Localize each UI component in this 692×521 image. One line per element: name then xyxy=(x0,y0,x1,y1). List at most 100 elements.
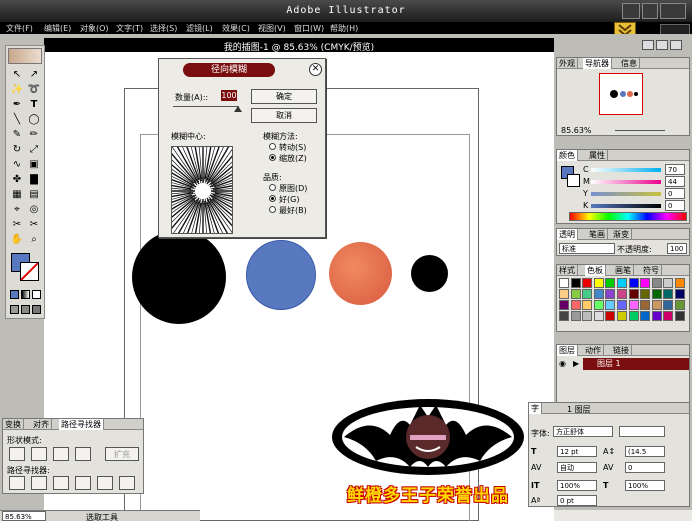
crop-button[interactable] xyxy=(75,476,91,490)
none-mode-icon[interactable] xyxy=(32,290,41,299)
intersect-button[interactable] xyxy=(53,447,69,461)
tab-swatches[interactable]: 色板 xyxy=(585,265,606,276)
divide-button[interactable] xyxy=(9,476,25,490)
slice-tool-icon[interactable]: ✂ xyxy=(10,218,24,232)
scissors-icon[interactable]: ✂ xyxy=(27,218,41,232)
menu-select[interactable]: 选择(S) xyxy=(150,23,177,34)
swatch-cell[interactable] xyxy=(582,289,593,299)
cancel-button[interactable]: 取消 xyxy=(251,108,317,123)
swatch-cell[interactable] xyxy=(675,289,685,299)
swatch-cell[interactable] xyxy=(640,289,651,299)
amount-slider-track[interactable] xyxy=(173,106,239,107)
unite-button[interactable] xyxy=(9,447,25,461)
menu-type[interactable]: 文字(T) xyxy=(116,23,143,34)
blur-center-preview[interactable] xyxy=(171,146,233,234)
swatch-cell[interactable] xyxy=(663,278,674,288)
ellipse-tool-icon[interactable]: ◯ xyxy=(27,113,41,127)
menu-edit[interactable]: 编辑(E) xyxy=(44,23,71,34)
radio-draft[interactable] xyxy=(269,184,276,191)
color-mode-icon[interactable] xyxy=(10,290,19,299)
radio-best[interactable] xyxy=(269,206,276,213)
tab-pathfinder[interactable]: 路径寻找器 xyxy=(59,419,104,430)
mesh-tool-icon[interactable]: ▦ xyxy=(10,188,24,202)
swatch-cell[interactable] xyxy=(663,311,674,321)
tab-layers[interactable]: 图层 xyxy=(557,345,578,356)
swatch-cell[interactable] xyxy=(593,278,604,288)
graph-tool-icon[interactable]: ▇ xyxy=(27,173,41,187)
magic-wand-icon[interactable]: ✨ xyxy=(10,83,24,97)
minus-front-button[interactable] xyxy=(31,447,47,461)
tab-align[interactable]: 对齐 xyxy=(31,419,52,430)
swatch-cell[interactable] xyxy=(559,289,569,299)
swatch-cell[interactable] xyxy=(651,311,662,321)
pen-tool-icon[interactable]: ✒ xyxy=(10,98,24,112)
trim-button[interactable] xyxy=(31,476,47,490)
swatch-cell[interactable] xyxy=(651,300,662,310)
tab-symbols[interactable]: 符号 xyxy=(641,265,662,276)
tracking-input[interactable]: 自动 xyxy=(557,462,597,473)
screen-mode-full-icon[interactable] xyxy=(32,305,41,314)
swatch-cell[interactable] xyxy=(675,300,685,310)
swatch-cell[interactable] xyxy=(617,300,627,310)
swatch-cell[interactable] xyxy=(593,300,604,310)
selection-tool-icon[interactable]: ↖ xyxy=(10,68,24,82)
color-stroke-swatch[interactable] xyxy=(567,174,580,187)
free-transform-icon[interactable]: ▣ xyxy=(27,158,41,172)
tab-links[interactable]: 链接 xyxy=(611,345,632,356)
vertical-scale-input[interactable]: 100% xyxy=(625,480,665,491)
screen-mode-standard-icon[interactable] xyxy=(10,305,19,314)
baseline-input[interactable]: 0 pt xyxy=(557,495,597,506)
direct-selection-tool-icon[interactable]: ↗ xyxy=(27,68,41,82)
doc-maximize-button[interactable] xyxy=(656,40,668,50)
swatch-cell[interactable] xyxy=(559,278,569,288)
scale-tool-icon[interactable]: ⤢ xyxy=(27,143,41,157)
color-spectrum-bar[interactable] xyxy=(569,212,687,221)
navigator-zoom-slider[interactable] xyxy=(615,130,665,131)
status-zoom-select[interactable]: 85.63% xyxy=(2,511,46,521)
swatch-cell[interactable] xyxy=(628,289,639,299)
swatch-cell[interactable] xyxy=(651,289,662,299)
leading-input[interactable]: (14.5 xyxy=(625,446,665,457)
rotate-tool-icon[interactable]: ↻ xyxy=(10,143,24,157)
swatch-cell[interactable] xyxy=(559,311,569,321)
type-tool-icon[interactable]: T xyxy=(27,98,41,112)
channel-y-slider[interactable] xyxy=(591,192,661,196)
swatch-cell[interactable] xyxy=(605,278,616,288)
eye-icon[interactable]: ◉ xyxy=(559,359,569,369)
menu-filter[interactable]: 滤镜(L) xyxy=(186,23,213,34)
gradient-mode-icon[interactable] xyxy=(21,290,30,299)
opacity-input[interactable]: 100 xyxy=(667,243,687,254)
swatch-cell[interactable] xyxy=(582,311,593,321)
menu-effect[interactable]: 效果(C) xyxy=(222,23,250,34)
doc-minimize-button[interactable] xyxy=(642,40,654,50)
tab-actions[interactable]: 动作 xyxy=(583,345,604,356)
amount-input[interactable]: 100 xyxy=(221,90,237,101)
amount-slider-thumb[interactable] xyxy=(234,106,242,112)
menu-file[interactable]: 文件(F) xyxy=(6,23,33,34)
swatch-cell[interactable] xyxy=(559,300,569,310)
paintbrush-icon[interactable]: ✎ xyxy=(10,128,24,142)
orange-noise-circle[interactable] xyxy=(329,242,392,305)
tab-info[interactable]: 信息 xyxy=(619,58,640,69)
channel-c-slider[interactable] xyxy=(591,168,661,172)
swatch-cell[interactable] xyxy=(570,289,581,299)
radio-good[interactable] xyxy=(269,195,276,202)
radio-zoom[interactable] xyxy=(269,154,276,161)
swatch-cell[interactable] xyxy=(640,278,651,288)
navigator-zoom-value[interactable]: 85.63% xyxy=(561,126,592,135)
gradient-tool-icon[interactable]: ▤ xyxy=(27,188,41,202)
maximize-button[interactable] xyxy=(642,3,658,19)
navigator-thumbnail[interactable] xyxy=(599,73,643,115)
swatch-cell[interactable] xyxy=(605,289,616,299)
swatch-cell[interactable] xyxy=(593,311,604,321)
black-circle-small[interactable] xyxy=(411,255,448,292)
swatch-cell[interactable] xyxy=(570,278,581,288)
channel-m-input[interactable]: 44 xyxy=(665,176,685,187)
expand-triangle-icon[interactable]: ▶ xyxy=(573,359,581,369)
outline-button[interactable] xyxy=(97,476,113,490)
swatch-cell[interactable] xyxy=(570,311,581,321)
channel-k-input[interactable]: 0 xyxy=(665,200,685,211)
swatch-cell[interactable] xyxy=(675,311,685,321)
minimize-button[interactable] xyxy=(622,3,640,19)
menu-view[interactable]: 视图(V) xyxy=(258,23,286,34)
